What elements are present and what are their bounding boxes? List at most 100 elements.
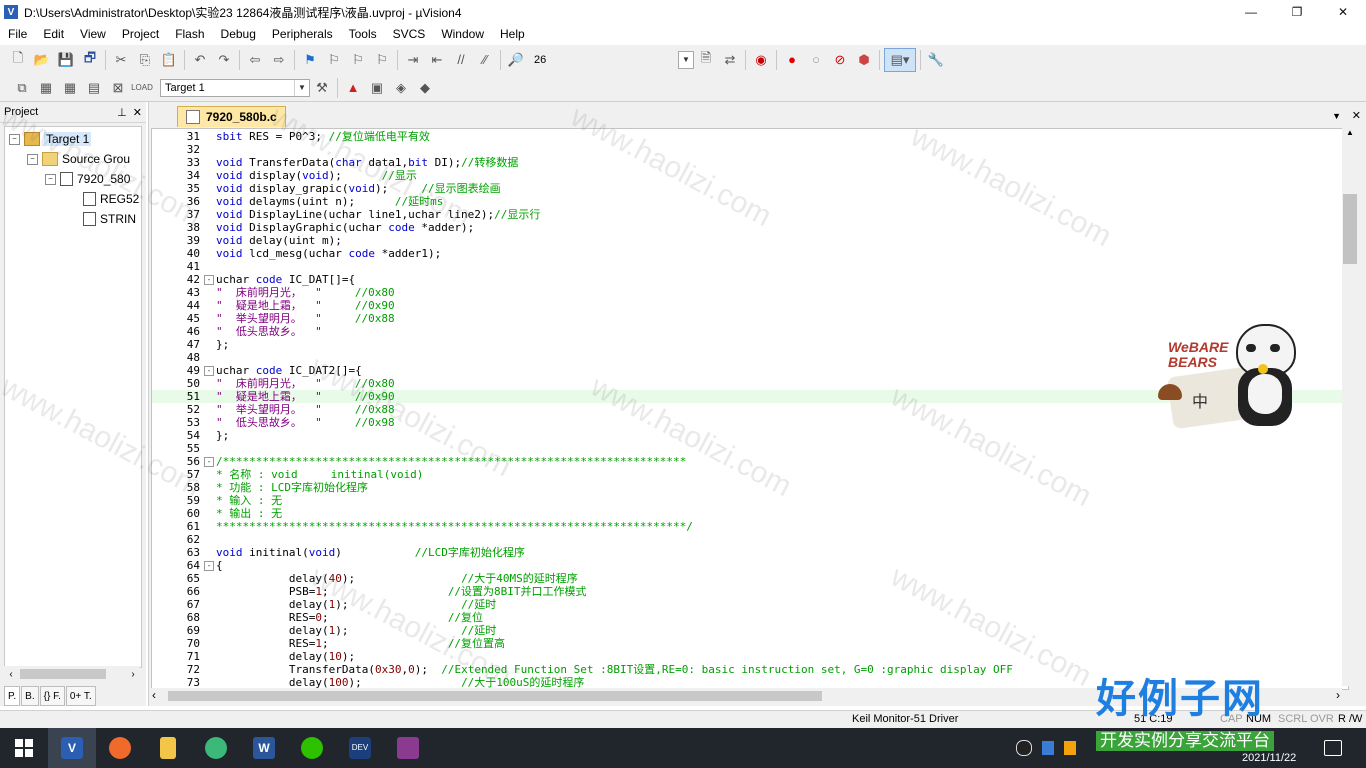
windows-start-icon[interactable] [0, 728, 48, 768]
redo-icon[interactable]: ↷ [213, 49, 235, 71]
scroll-thumb[interactable] [20, 669, 106, 679]
restore-button[interactable]: ❐ [1274, 0, 1320, 24]
download-load-icon[interactable]: LOAD [131, 77, 153, 99]
environment-icon[interactable]: ◆ [414, 77, 436, 99]
file-extensions-icon[interactable]: ▣ [366, 77, 388, 99]
menu-help[interactable]: Help [492, 24, 533, 44]
fold-toggle-icon[interactable]: - [204, 366, 214, 376]
unindent-icon[interactable]: ⇤ [426, 49, 448, 71]
navigate-forward-icon[interactable]: ⇨ [268, 49, 290, 71]
find-in-files-icon[interactable]: 🔎 [505, 49, 527, 71]
next-bookmark-icon[interactable]: ⚐ [347, 49, 369, 71]
clear-bookmarks-icon[interactable]: ⚐ [371, 49, 393, 71]
shield-tray-icon[interactable] [1064, 741, 1076, 755]
find-icon[interactable]: 🗎 [695, 49, 717, 71]
code-line[interactable]: 55 [152, 442, 1348, 455]
code-line[interactable]: 64-{ [152, 559, 1348, 572]
collapse-icon[interactable]: − [9, 133, 20, 145]
winrar-icon[interactable] [384, 728, 432, 768]
code-line[interactable]: 56-/************************************… [152, 455, 1348, 468]
code-line[interactable]: 69 delay(1); //延时 [152, 624, 1348, 637]
fold-toggle-icon[interactable]: - [204, 561, 214, 571]
bookmark-icon[interactable]: ⚑ [299, 49, 321, 71]
navigate-back-icon[interactable]: ⇦ [244, 49, 266, 71]
code-line[interactable]: 33 void TransferData(char data1,bit DI);/… [152, 156, 1348, 169]
tab-list-icon[interactable]: ▼ [1332, 111, 1341, 121]
code-line[interactable]: 71 delay(10); [152, 650, 1348, 663]
scroll-left-icon[interactable]: ‹ [4, 669, 18, 680]
tab-project[interactable]: P. [4, 686, 21, 706]
code-line[interactable]: 39 void delay(uint m); [152, 234, 1348, 247]
editor-vscrollbar[interactable]: ▲ [1342, 128, 1358, 686]
close-button[interactable]: ✕ [1320, 0, 1366, 24]
keil-taskbar-icon[interactable]: V [48, 728, 96, 768]
rebuild-icon[interactable]: ▦ [59, 77, 81, 99]
tab-functions[interactable]: {} F. [39, 686, 65, 706]
menu-project[interactable]: Project [114, 24, 167, 44]
window-layout-icon[interactable]: ▤▾ [884, 47, 916, 72]
debug-session-icon[interactable]: ◉ [750, 49, 772, 71]
code-line[interactable]: 58 * 功能 : LCD字库初始化程序 [152, 481, 1348, 494]
scroll-right-icon[interactable]: › [126, 669, 140, 680]
code-line[interactable]: 38 void DisplayGraphic(uchar code *adder)… [152, 221, 1348, 234]
code-line[interactable]: 59 * 输入 : 无 [152, 494, 1348, 507]
notification-icon[interactable] [1324, 740, 1342, 756]
chevron-down-icon[interactable]: ▼ [294, 79, 309, 96]
code-line[interactable]: 31 sbit RES = P0^3; //复位端低电平有效 [152, 130, 1348, 143]
disable-all-breakpoints-icon[interactable]: ⊘ [829, 49, 851, 71]
tree-item-target[interactable]: − Target 1 [9, 130, 92, 148]
fold-toggle-icon[interactable]: - [204, 457, 214, 467]
code-line[interactable]: 44 " 疑是地上霜， " //0x90 [152, 299, 1348, 312]
comment-icon[interactable]: // [450, 49, 472, 71]
code-line[interactable]: 67 delay(1); //延时 [152, 598, 1348, 611]
code-line[interactable]: 40 void lcd_mesg(uchar code *adder1); [152, 247, 1348, 260]
close-icon[interactable]: ✕ [133, 107, 142, 119]
menu-svcs[interactable]: SVCS [385, 24, 434, 44]
code-line[interactable]: 62 [152, 533, 1348, 546]
word-icon[interactable]: W [240, 728, 288, 768]
collapse-icon[interactable]: − [45, 173, 56, 185]
build-icon[interactable]: ▦ [35, 77, 57, 99]
undo-icon[interactable]: ↶ [189, 49, 211, 71]
scroll-thumb[interactable] [1343, 194, 1357, 264]
code-line[interactable]: 43 " 床前明月光， " //0x80 [152, 286, 1348, 299]
disable-breakpoint-icon[interactable]: ○ [805, 49, 827, 71]
tree-item-source-group[interactable]: − Source Grou [27, 150, 130, 168]
close-tab-icon[interactable]: ✕ [1352, 109, 1361, 122]
uncomment-icon[interactable]: ⁄⁄ [474, 49, 496, 71]
copy-icon[interactable]: ⎘ [134, 49, 156, 71]
new-file-icon[interactable]: 🗋 [7, 49, 29, 71]
code-line[interactable]: 63 void initinal(void) //LCD字库初始化程序 [152, 546, 1348, 559]
cut-icon[interactable]: ✂ [110, 49, 132, 71]
paste-icon[interactable]: 📋 [158, 49, 180, 71]
code-line[interactable]: 57 * 名称 : void initinal(void) [152, 468, 1348, 481]
menu-view[interactable]: View [72, 24, 114, 44]
file-explorer-icon[interactable] [144, 728, 192, 768]
scroll-left-icon[interactable]: ‹ [152, 688, 156, 702]
security-tray-icon[interactable] [1042, 741, 1054, 755]
indent-icon[interactable]: ⇥ [402, 49, 424, 71]
configuration-wrench-icon[interactable]: 🔧 [925, 49, 947, 71]
menu-debug[interactable]: Debug [213, 24, 264, 44]
project-hscrollbar[interactable]: ‹ › [4, 666, 140, 682]
manage-components-icon[interactable]: ▲ [342, 77, 364, 99]
replace-icon[interactable]: ⇄ [719, 49, 741, 71]
tab-7920-580b-c[interactable]: 7920_580b.c [177, 106, 286, 127]
tree-item-header-file[interactable]: REG52 [83, 190, 139, 208]
code-line[interactable]: 42- uchar code IC_DAT[]={ [152, 273, 1348, 286]
menu-flash[interactable]: Flash [167, 24, 212, 44]
tab-books[interactable]: B. [21, 686, 39, 706]
tab-templates[interactable]: 0+ T. [65, 686, 96, 706]
save-all-icon[interactable]: 🗗 [79, 49, 101, 71]
code-line[interactable]: 36 void delayms(uint n); //延时ms [152, 195, 1348, 208]
pin-icon[interactable]: ⊥ [117, 107, 127, 119]
prev-bookmark-icon[interactable]: ⚐ [323, 49, 345, 71]
tree-item-header-file[interactable]: STRIN [83, 210, 136, 228]
code-line[interactable]: 68 RES=0; //复位 [152, 611, 1348, 624]
open-file-icon[interactable]: 📂 [31, 49, 53, 71]
breakpoint-icon[interactable]: ● [781, 49, 803, 71]
select-packs-icon[interactable]: ◈ [390, 77, 412, 99]
menu-tools[interactable]: Tools [341, 24, 385, 44]
code-line[interactable]: 37 void DisplayLine(uchar line1,uchar lin… [152, 208, 1348, 221]
translate-icon[interactable]: ⧉ [11, 77, 33, 99]
